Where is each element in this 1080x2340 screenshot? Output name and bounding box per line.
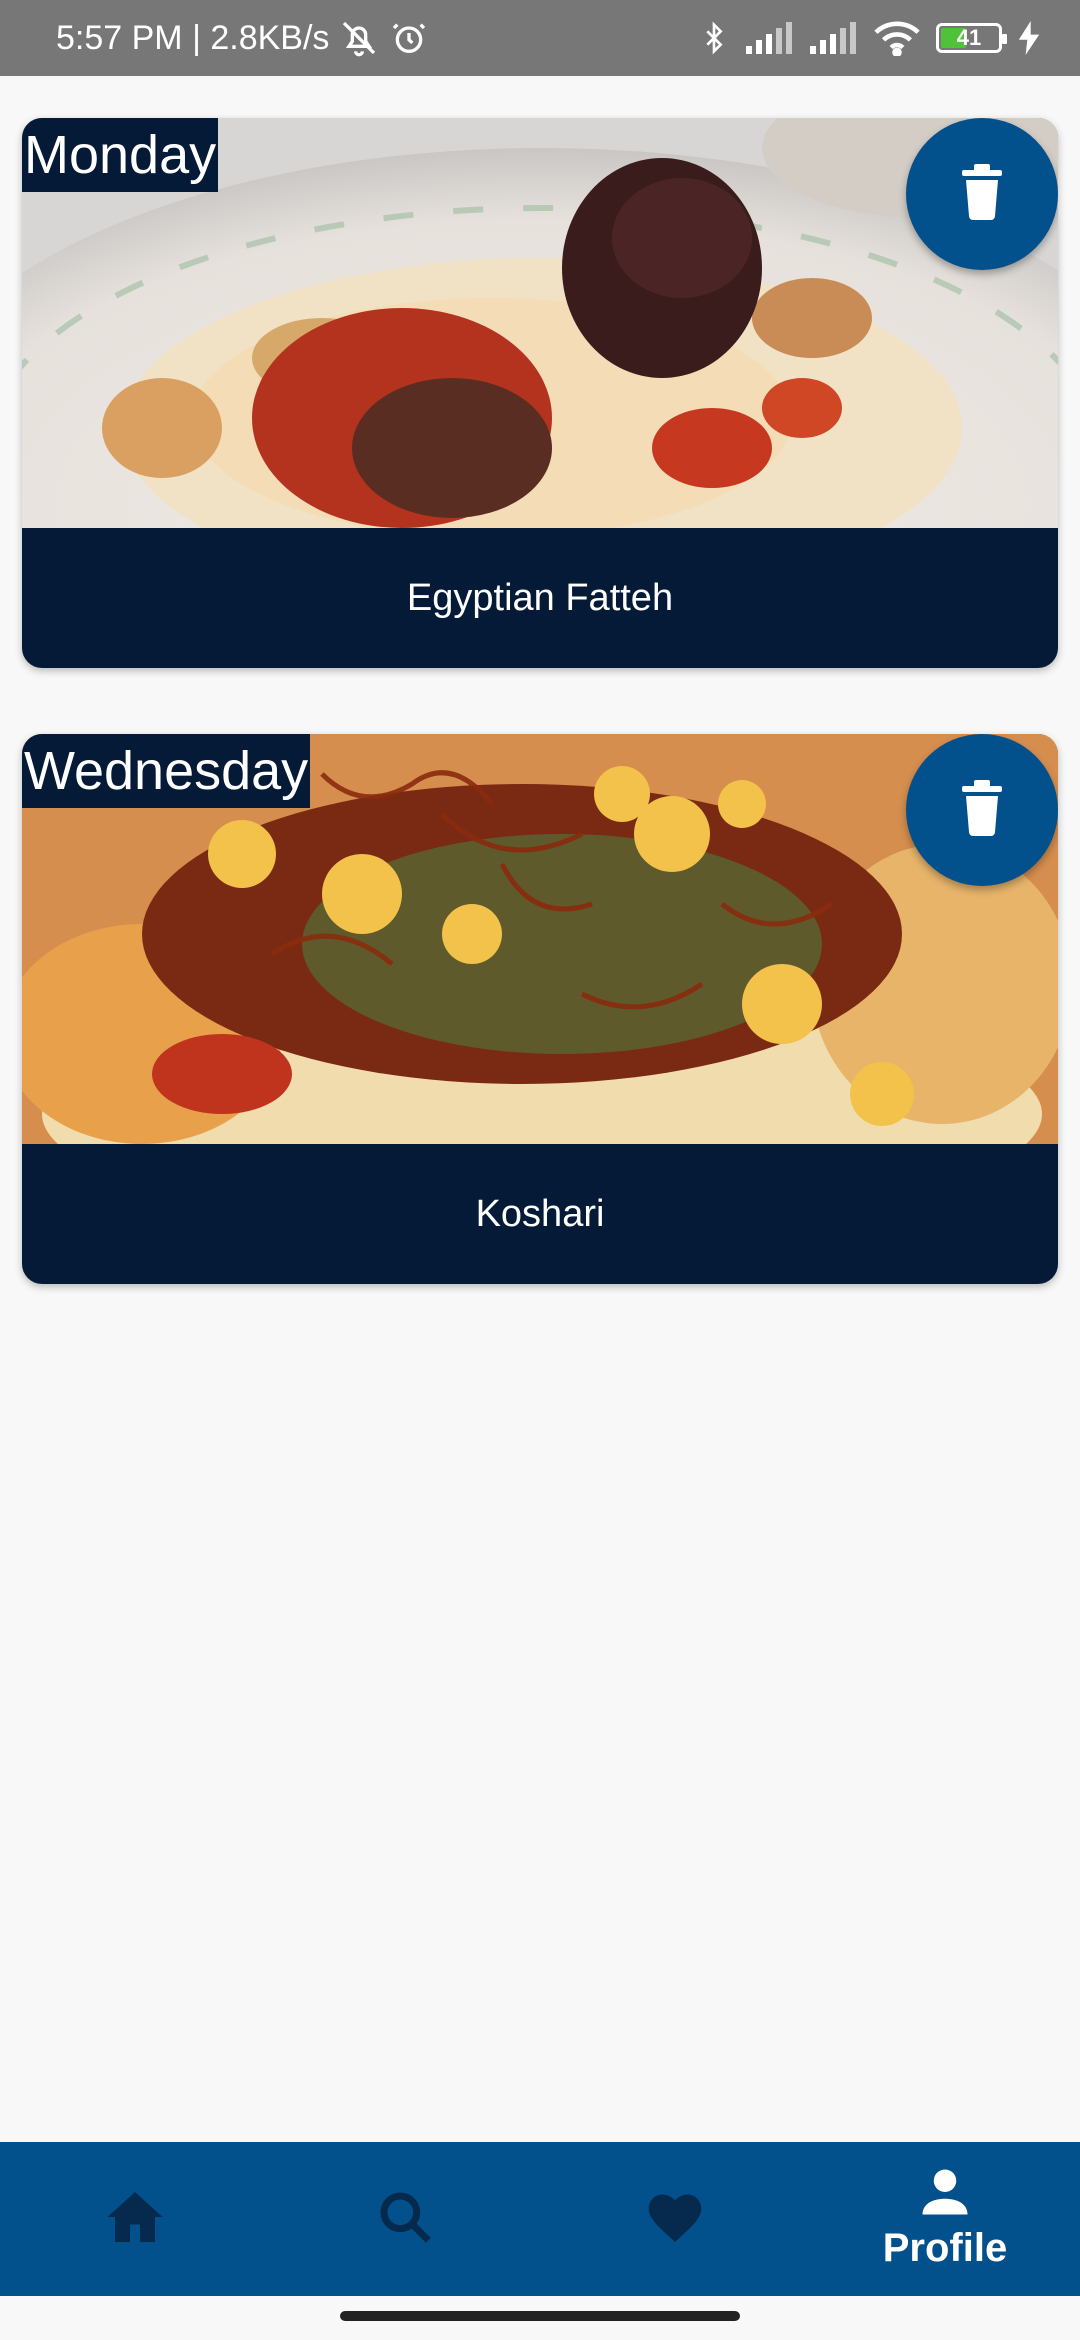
search-icon bbox=[377, 2189, 433, 2250]
status-time: 5:57 PM | 2.8KB/s bbox=[56, 18, 330, 57]
meal-card[interactable]: Monday Egyptian Fatteh bbox=[22, 118, 1058, 668]
meal-card[interactable]: Wednesday Koshari bbox=[22, 734, 1058, 1284]
alarm-icon bbox=[389, 18, 429, 58]
person-icon bbox=[918, 2167, 972, 2222]
trash-icon bbox=[958, 163, 1006, 225]
wifi-icon bbox=[874, 20, 920, 56]
delete-button[interactable] bbox=[906, 734, 1058, 886]
nav-home[interactable] bbox=[0, 2142, 270, 2296]
day-label: Monday bbox=[22, 118, 219, 192]
home-icon bbox=[105, 2189, 165, 2250]
meal-name: Egyptian Fatteh bbox=[406, 576, 674, 619]
signal-icon-1 bbox=[746, 21, 794, 55]
heart-icon bbox=[645, 2189, 705, 2250]
charging-icon bbox=[1018, 21, 1040, 55]
signal-icon-2 bbox=[810, 21, 858, 55]
battery-icon: 41 bbox=[936, 23, 1007, 53]
bluetooth-icon bbox=[698, 18, 730, 58]
status-left: 5:57 PM | 2.8KB/s bbox=[56, 18, 429, 58]
meal-name: Koshari bbox=[475, 1192, 605, 1235]
bottom-navigation: Profile bbox=[0, 2142, 1080, 2296]
nav-search[interactable] bbox=[270, 2142, 540, 2296]
nav-profile-label: Profile bbox=[882, 2226, 1008, 2270]
status-bar: 5:57 PM | 2.8KB/s 41 bbox=[0, 0, 1080, 76]
nav-favorites[interactable] bbox=[540, 2142, 810, 2296]
status-right: 41 bbox=[698, 18, 1040, 58]
home-indicator[interactable] bbox=[340, 2311, 740, 2321]
day-label: Wednesday bbox=[22, 734, 311, 808]
nav-profile[interactable]: Profile bbox=[810, 2142, 1080, 2296]
trash-icon bbox=[958, 779, 1006, 841]
mute-notifications-icon bbox=[339, 18, 379, 58]
delete-button[interactable] bbox=[906, 118, 1058, 270]
battery-level: 41 bbox=[956, 25, 982, 50]
